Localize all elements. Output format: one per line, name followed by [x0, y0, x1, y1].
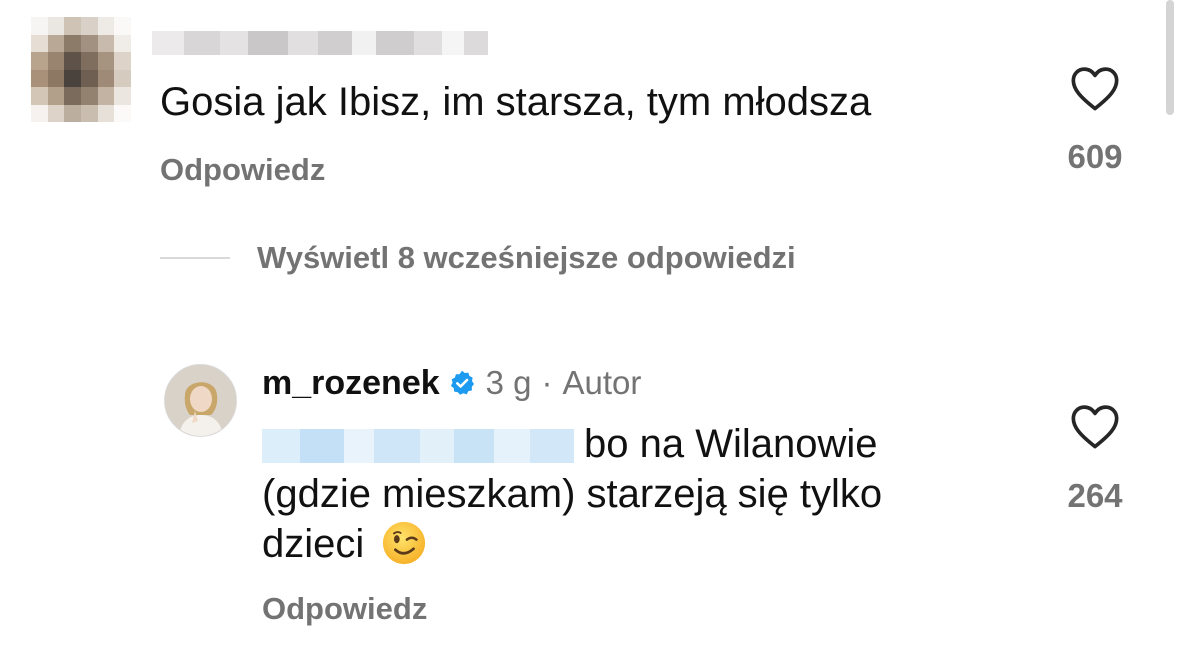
- heart-icon[interactable]: [1069, 64, 1121, 112]
- author-badge: Autor: [562, 364, 642, 401]
- view-earlier-replies-label: Wyświetl 8 wcześniejsze odpowiedzi: [257, 240, 796, 275]
- reply-text: bo na Wilanowie (gdzie mieszkam) starzej…: [262, 419, 982, 569]
- comment-text: Gosia jak Ibisz, im starsza, tym młodsza: [160, 80, 872, 124]
- reply-text-line1: bo na Wilanowie: [584, 422, 878, 466]
- username-blurred[interactable]: [152, 31, 488, 55]
- thread-divider: [160, 257, 230, 259]
- heart-icon[interactable]: [1069, 402, 1121, 450]
- reply-button[interactable]: Odpowiedz: [262, 591, 427, 627]
- comments-screen: Gosia jak Ibisz, im starsza, tym młodsza…: [0, 0, 1179, 653]
- reply-button[interactable]: Odpowiedz: [160, 152, 325, 188]
- like-group: [1050, 64, 1140, 112]
- timestamp: 3 g: [485, 364, 532, 401]
- reply-text-line3: dzieci: [262, 522, 365, 566]
- author-username[interactable]: m_rozenek: [262, 361, 440, 405]
- winking-face-icon: [383, 522, 426, 565]
- reply-text-line2: (gdzie mieszkam) starzeją się tylko: [262, 472, 883, 516]
- view-earlier-replies-button[interactable]: Wyświetl 8 wcześniejsze odpowiedzi: [160, 240, 796, 276]
- verified-badge-icon: [450, 370, 474, 395]
- like-count: 264: [1067, 477, 1123, 514]
- author-row: m_rozenek 3 g · Autor: [262, 361, 641, 405]
- like-group: [1050, 402, 1140, 450]
- avatar[interactable]: [164, 364, 237, 437]
- meta-separator: ·: [541, 364, 553, 401]
- scrollbar[interactable]: [1166, 0, 1174, 115]
- avatar-blurred[interactable]: [31, 17, 131, 122]
- mention-blurred[interactable]: [262, 425, 574, 464]
- like-count: 609: [1067, 138, 1123, 175]
